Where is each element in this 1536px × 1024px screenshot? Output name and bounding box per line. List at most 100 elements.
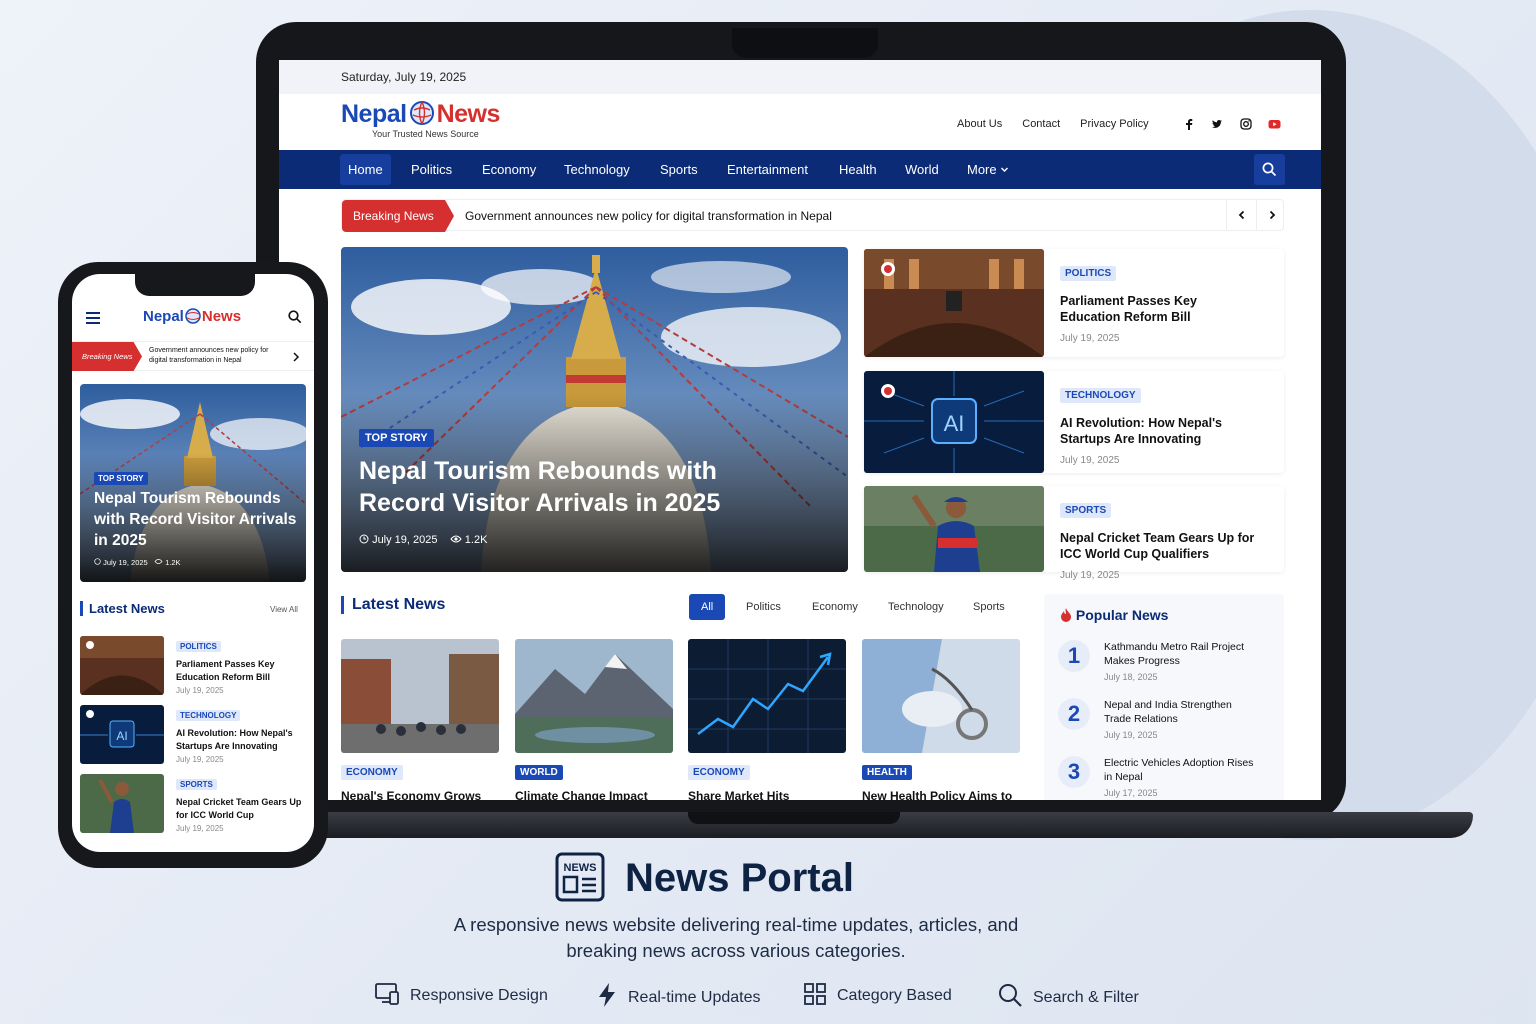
- mobile-hero-story[interactable]: TOP STORY Nepal Tourism Rebounds with Re…: [80, 384, 306, 582]
- latest-news-title: Latest News: [341, 596, 445, 614]
- nav-more[interactable]: More: [967, 150, 1009, 189]
- mobile-logo[interactable]: Nepal News: [143, 308, 241, 325]
- chevron-left-icon: [1238, 210, 1244, 220]
- filter-all[interactable]: All: [689, 594, 726, 620]
- story-title[interactable]: Nepal Cricket Team Gears Up for ICC Worl…: [1060, 530, 1260, 562]
- popular-item[interactable]: 3 Electric Vehicles Adoption Rises in Ne…: [1058, 756, 1268, 800]
- chevron-right-icon[interactable]: [292, 352, 300, 362]
- side-story-card[interactable]: POLITICS Parliament Passes Key Education…: [864, 249, 1284, 357]
- hero-title[interactable]: Nepal Tourism Rebounds with Record Visit…: [359, 455, 799, 519]
- filter-economy[interactable]: Economy: [800, 594, 870, 620]
- search-icon[interactable]: [288, 310, 302, 324]
- top-links: About Us Contact Privacy Policy: [957, 118, 1169, 130]
- mobile-news-card[interactable]: SPORTS Nepal Cricket Team Gears Up for I…: [80, 774, 306, 836]
- ai-image: AI: [80, 705, 164, 764]
- nav-entertainment[interactable]: Entertainment: [727, 150, 808, 189]
- card-date: July 19, 2025: [176, 686, 224, 695]
- hero-story[interactable]: TOP STORY Nepal Tourism Rebounds with Re…: [341, 247, 848, 572]
- card-category-tag: WORLD: [515, 765, 563, 780]
- card-category-tag: HEALTH: [862, 765, 912, 780]
- logo-text-news: News: [436, 100, 501, 128]
- story-date: July 19, 2025: [1060, 570, 1120, 581]
- site-logo[interactable]: Nepal News: [341, 100, 500, 129]
- story-category-tag: TECHNOLOGY: [1060, 388, 1141, 403]
- card-title: AI Revolution: How Nepal's Startups Are …: [176, 728, 293, 751]
- nav-sports[interactable]: Sports: [660, 150, 698, 189]
- card-title: New Health Policy Aims to: [862, 789, 1013, 800]
- mobile-hero-title[interactable]: Nepal Tourism Rebounds with Record Visit…: [94, 488, 299, 551]
- nav-technology[interactable]: Technology: [564, 150, 630, 189]
- breaking-news-text[interactable]: Government announces new policy for digi…: [465, 209, 832, 223]
- popular-item-title: Kathmandu Metro Rail Project Makes Progr…: [1104, 641, 1245, 667]
- twitter-icon[interactable]: [1211, 118, 1223, 130]
- card-category-tag: POLITICS: [176, 641, 221, 652]
- popular-item-date: July 17, 2025: [1104, 788, 1158, 798]
- story-title[interactable]: AI Revolution: How Nepal's Startups Are …: [1060, 415, 1260, 447]
- date-bar: Saturday, July 19, 2025: [279, 60, 1321, 94]
- latest-news-card[interactable]: ECONOMY Share Market Hits: [688, 639, 846, 800]
- mobile-news-card[interactable]: AI TECHNOLOGY AI Revolution: How Nepal's…: [80, 705, 306, 767]
- mobile-hero-badge: TOP STORY: [94, 472, 148, 485]
- street-crowd-image: [341, 639, 499, 753]
- latest-news-card[interactable]: HEALTH New Health Policy Aims to: [862, 639, 1020, 800]
- facebook-icon[interactable]: [1183, 118, 1195, 130]
- filter-politics[interactable]: Politics: [734, 594, 793, 620]
- globe-icon: [409, 101, 434, 125]
- story-date: July 19, 2025: [1060, 455, 1120, 466]
- fire-icon: [1061, 608, 1071, 622]
- feature-label: Responsive Design: [410, 987, 548, 1004]
- feature-label: Search & Filter: [1033, 989, 1139, 1006]
- nav-politics[interactable]: Politics: [411, 150, 452, 189]
- card-category-tag: ECONOMY: [341, 765, 403, 780]
- stock-chart-image: [688, 639, 846, 753]
- nav-home[interactable]: Home: [340, 154, 391, 185]
- popular-item-date: July 18, 2025: [1104, 672, 1158, 682]
- nav-economy[interactable]: Economy: [482, 150, 536, 189]
- breaking-prev-button[interactable]: [1226, 200, 1256, 230]
- search-icon: [999, 984, 1022, 1007]
- link-contact[interactable]: Contact: [1022, 118, 1060, 130]
- laptop-camera-notch: [732, 28, 878, 58]
- mobile-logo-nepal: Nepal: [143, 308, 184, 325]
- link-about-us[interactable]: About Us: [957, 118, 1002, 130]
- story-category-tag: SPORTS: [1060, 503, 1112, 518]
- card-title: Parliament Passes Key Education Reform B…: [176, 659, 275, 682]
- portal-description: A responsive news website delivering rea…: [453, 914, 1019, 961]
- filter-technology[interactable]: Technology: [876, 594, 956, 620]
- breaking-next-button[interactable]: [1256, 200, 1286, 230]
- breaking-news-label: Breaking News: [342, 200, 454, 232]
- lightning-icon: [599, 983, 615, 1007]
- view-all-link[interactable]: View All: [270, 605, 298, 614]
- story-title[interactable]: Parliament Passes Key Education Reform B…: [1060, 293, 1260, 325]
- mobile-breaking-text[interactable]: Government announces new policy for digi…: [149, 346, 287, 366]
- card-date: July 19, 2025: [176, 824, 224, 833]
- clock-icon: [359, 534, 369, 544]
- ai-chip-text: AI: [116, 729, 127, 743]
- side-story-card[interactable]: SPORTS Nepal Cricket Team Gears Up for I…: [864, 486, 1284, 581]
- hero-badge: TOP STORY: [359, 429, 434, 447]
- chevron-right-icon: [1269, 210, 1275, 220]
- feature-responsive-design: Responsive Design: [374, 982, 548, 1006]
- filter-sports[interactable]: Sports: [961, 594, 1017, 620]
- latest-news-card[interactable]: WORLD Climate Change Impact: [515, 639, 673, 800]
- mobile-news-card[interactable]: POLITICS Parliament Passes Key Education…: [80, 636, 306, 698]
- link-privacy-policy[interactable]: Privacy Policy: [1080, 118, 1148, 130]
- instagram-icon[interactable]: [1240, 118, 1252, 130]
- mobile-breaking-bar: Breaking News Government announces new p…: [72, 341, 314, 371]
- globe-icon: [185, 308, 201, 324]
- feature-real-time-updates: Real-time Updates: [596, 982, 761, 1008]
- parliament-image: [864, 249, 1044, 357]
- feature-label: Real-time Updates: [628, 989, 761, 1006]
- mountain-lake-image: [515, 639, 673, 753]
- latest-news-card[interactable]: ECONOMY Nepal's Economy Grows: [341, 639, 499, 800]
- search-button[interactable]: [1254, 154, 1285, 185]
- nav-world[interactable]: World: [905, 150, 939, 189]
- nav-health[interactable]: Health: [839, 150, 877, 189]
- popular-item[interactable]: 2 Nepal and India Strengthen Trade Relat…: [1058, 698, 1268, 744]
- parliament-image: [80, 636, 164, 695]
- popular-item[interactable]: 1 Kathmandu Metro Rail Project Makes Pro…: [1058, 640, 1268, 686]
- hamburger-menu-icon[interactable]: [86, 312, 100, 324]
- doctor-stethoscope-image: [862, 639, 1020, 753]
- side-story-card[interactable]: AI TECHNOLOGY AI Revolution: How Nepal's…: [864, 371, 1284, 473]
- youtube-icon[interactable]: [1268, 118, 1281, 130]
